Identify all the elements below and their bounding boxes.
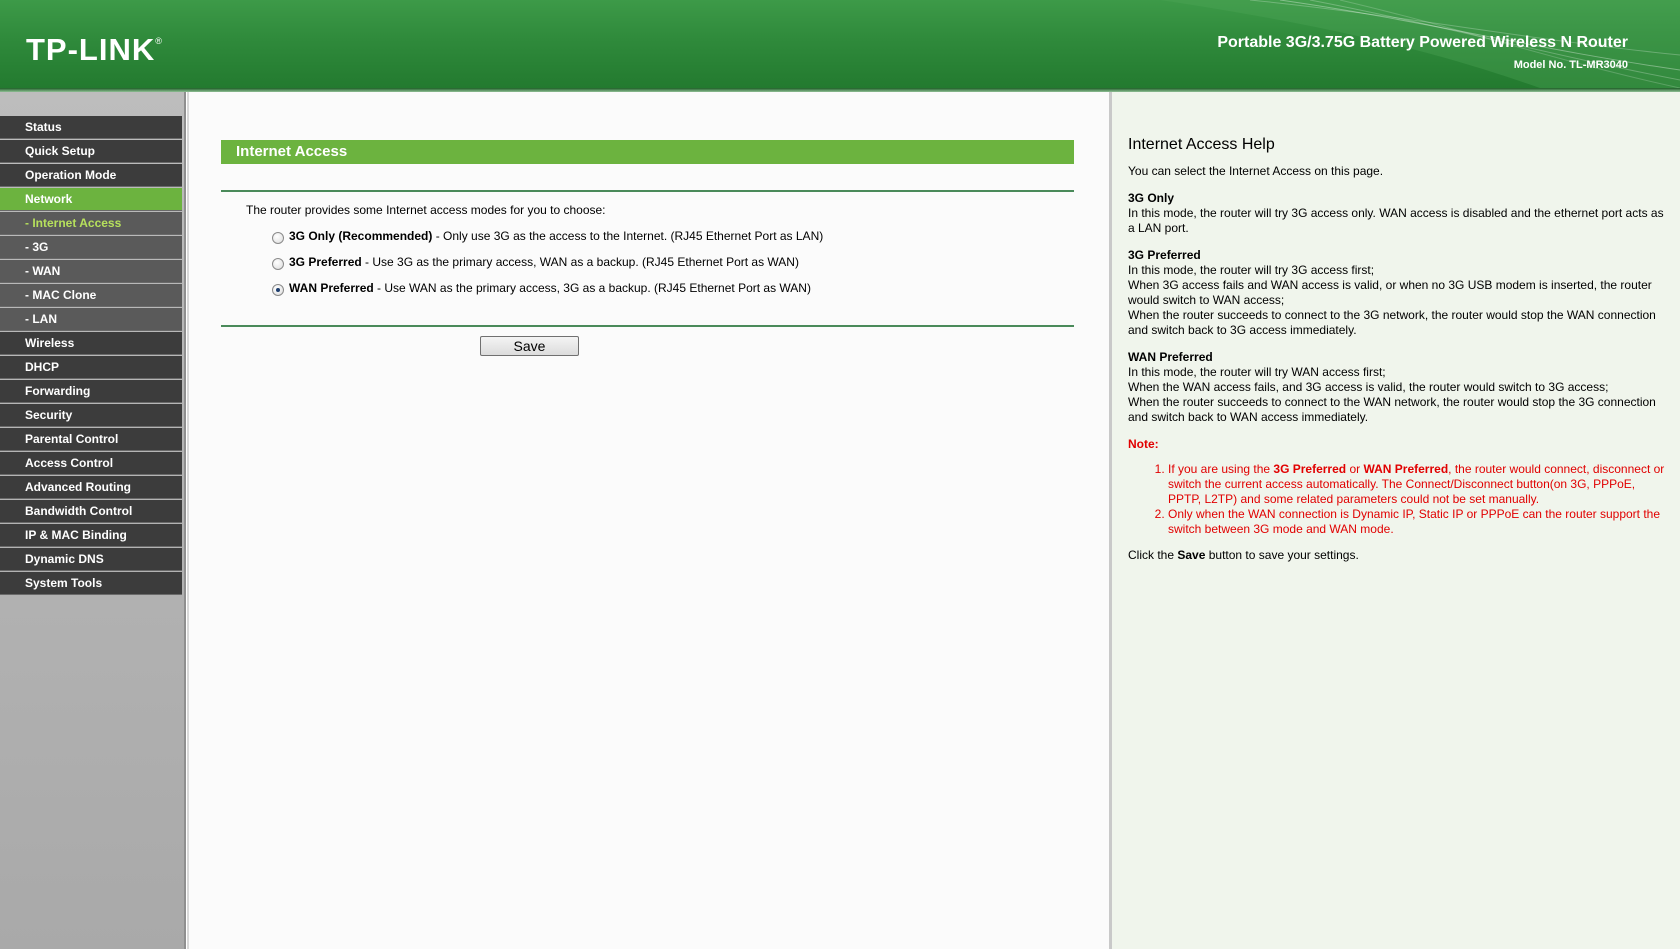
menu-item-parental-control[interactable]: Parental Control [0, 428, 182, 451]
menu-item-dynamic-dns[interactable]: Dynamic DNS [0, 548, 182, 571]
tp-link-logo: TP-LINK® [26, 32, 163, 67]
help-3g-preferred-line1: In this mode, the router will try 3G acc… [1128, 263, 1375, 277]
submenu-item-wan[interactable]: - WAN [0, 260, 182, 283]
help-wan-preferred-line1: In this mode, the router will try WAN ac… [1128, 365, 1386, 379]
main-content: Internet Access The router provides some… [187, 92, 1109, 949]
save-button[interactable]: Save [480, 336, 579, 356]
help-wan-preferred-line3: When the router succeeds to connect to t… [1128, 395, 1656, 424]
help-note-title: Note: [1128, 437, 1159, 451]
help-3g-only-text: In this mode, the router will try 3G acc… [1128, 206, 1664, 235]
model-number: Model No. TL-MR3040 [1513, 59, 1628, 71]
submenu-item-mac-clone[interactable]: - MAC Clone [0, 284, 182, 307]
sidebar-menu: Status Quick Setup Operation Mode Networ… [0, 92, 186, 949]
option-3g-preferred[interactable]: 3G Preferred - Use 3G as the primary acc… [272, 255, 799, 270]
help-intro: You can select the Internet Access on th… [1128, 164, 1384, 178]
option-3g-only[interactable]: 3G Only (Recommended) - Only use 3G as t… [272, 229, 824, 244]
submenu-item-3g[interactable]: - 3G [0, 236, 182, 259]
radio-3g-preferred[interactable] [272, 258, 284, 270]
menu-item-network[interactable]: Network [0, 188, 182, 211]
menu-item-access-control[interactable]: Access Control [0, 452, 182, 475]
option-3g-preferred-label: 3G Preferred - Use 3G as the primary acc… [289, 255, 799, 269]
help-wan-preferred-line2: When the WAN access fails, and 3G access… [1128, 380, 1609, 394]
menu-item-status[interactable]: Status [0, 116, 182, 139]
help-panel: Internet Access Help You can select the … [1109, 92, 1680, 949]
help-note-item-2: Only when the WAN connection is Dynamic … [1168, 507, 1669, 537]
menu-item-quick-setup[interactable]: Quick Setup [0, 140, 182, 163]
help-3g-only-title: 3G Only [1128, 191, 1175, 205]
option-wan-preferred[interactable]: WAN Preferred - Use WAN as the primary a… [272, 281, 811, 296]
menu-item-wireless[interactable]: Wireless [0, 332, 182, 355]
menu-item-security[interactable]: Security [0, 404, 182, 427]
header-banner: TP-LINK® Portable 3G/3.75G Battery Power… [0, 0, 1680, 88]
menu-item-forwarding[interactable]: Forwarding [0, 380, 182, 403]
menu-item-system-tools[interactable]: System Tools [0, 572, 182, 595]
submenu-item-lan[interactable]: - LAN [0, 308, 182, 331]
intro-text: The router provides some Internet access… [246, 203, 606, 217]
page-title: Internet Access [221, 140, 1074, 164]
menu-item-advanced-routing[interactable]: Advanced Routing [0, 476, 182, 499]
help-3g-preferred-line3: When the router succeeds to connect to t… [1128, 308, 1656, 337]
help-save-note: Click the Save button to save your setti… [1128, 548, 1359, 562]
menu-item-dhcp[interactable]: DHCP [0, 356, 182, 379]
menu-item-operation-mode[interactable]: Operation Mode [0, 164, 182, 187]
top-divider [221, 190, 1074, 192]
help-title: Internet Access Help [1128, 136, 1275, 153]
menu-item-ip-mac-binding[interactable]: IP & MAC Binding [0, 524, 182, 547]
option-3g-only-label: 3G Only (Recommended) - Only use 3G as t… [289, 229, 824, 243]
submenu-item-internet-access[interactable]: - Internet Access [0, 212, 182, 235]
radio-wan-preferred[interactable] [272, 284, 284, 296]
bottom-divider [221, 325, 1074, 327]
help-3g-preferred-line2: When 3G access fails and WAN access is v… [1128, 278, 1652, 307]
help-3g-preferred-title: 3G Preferred [1128, 248, 1201, 262]
radio-3g-only[interactable] [272, 232, 284, 244]
option-wan-preferred-label: WAN Preferred - Use WAN as the primary a… [289, 281, 811, 295]
help-note-item-1: If you are using the 3G Preferred or WAN… [1168, 462, 1669, 507]
menu-item-bandwidth-control[interactable]: Bandwidth Control [0, 500, 182, 523]
help-wan-preferred-title: WAN Preferred [1128, 350, 1213, 364]
product-name: Portable 3G/3.75G Battery Powered Wirele… [1217, 34, 1628, 51]
help-note-list: If you are using the 3G Preferred or WAN… [1128, 462, 1669, 537]
